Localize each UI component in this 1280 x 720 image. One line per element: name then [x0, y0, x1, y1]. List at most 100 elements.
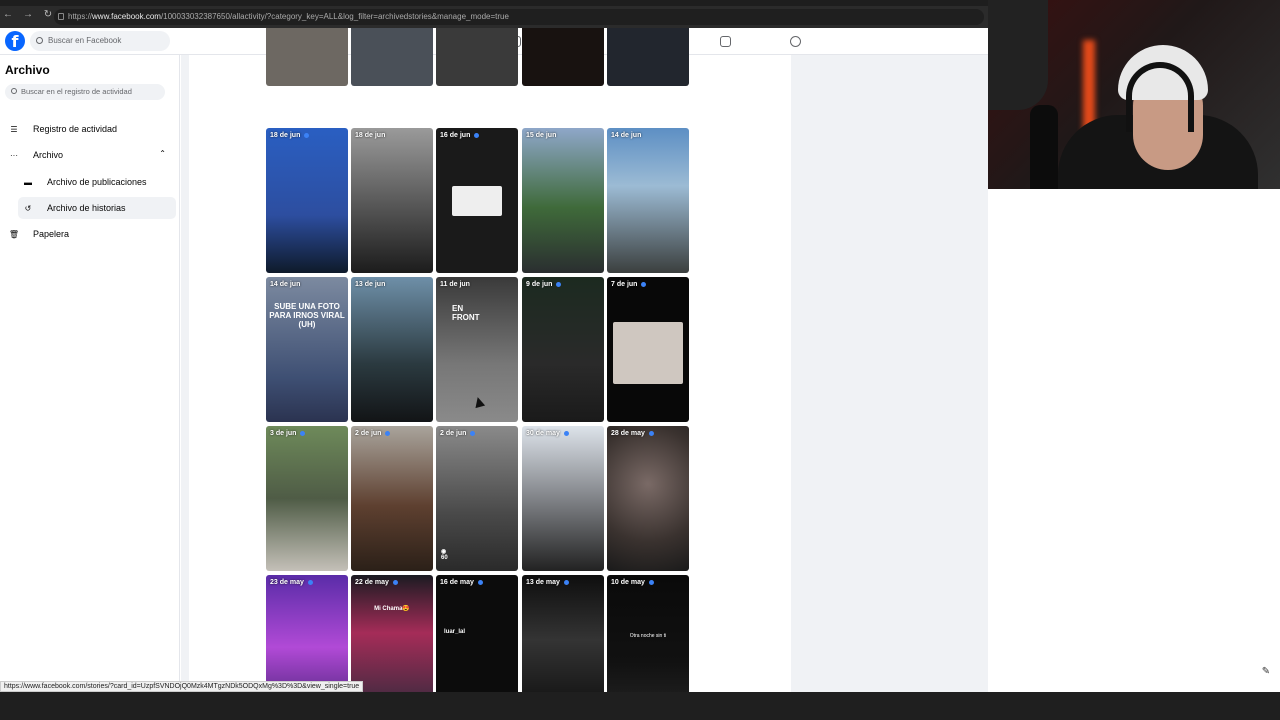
- gutter: [181, 55, 189, 692]
- story-date: 16 de jun: [440, 132, 480, 139]
- activity-sidebar: Archivo Buscar en el registro de activid…: [0, 55, 180, 692]
- back-icon[interactable]: ←: [0, 9, 16, 20]
- story-card[interactable]: 2 de jun: [351, 426, 433, 571]
- story-card[interactable]: 9 de jun: [522, 277, 604, 422]
- story-date: 11 de jun: [440, 281, 470, 288]
- stories-grid-area: 18 de jun 18 de jun 16 de jun 15 de jun …: [189, 28, 791, 692]
- story-date: 2 de jun: [355, 430, 391, 437]
- activity-search-input[interactable]: Buscar en el registro de actividad: [5, 84, 165, 100]
- story-card[interactable]: 22 de may Mi Chama😍: [351, 575, 433, 692]
- sidebar-item-post-archive[interactable]: ▬ Archivo de publicaciones: [18, 171, 176, 193]
- search-placeholder: Buscar en Facebook: [48, 36, 122, 45]
- story-card[interactable]: 13 de may: [522, 575, 604, 692]
- story-card[interactable]: 10 de may Otra noche sin ti: [607, 575, 689, 692]
- microphone-icon: [1030, 105, 1058, 189]
- story-card[interactable]: 16 de may luar_lal: [436, 575, 518, 692]
- sidebar-item-label: Archivo de publicaciones: [47, 177, 147, 187]
- story-card[interactable]: [351, 28, 433, 86]
- story-date: 18 de jun: [355, 132, 386, 139]
- story-card[interactable]: 30 de may: [522, 426, 604, 571]
- story-card[interactable]: 2 de jun ◉ 60: [436, 426, 518, 571]
- gaming-icon[interactable]: [760, 33, 830, 49]
- story-card[interactable]: 23 de may: [266, 575, 348, 692]
- story-status-dot: [392, 579, 398, 585]
- story-status-dot: [641, 281, 647, 287]
- webcam-chair: [988, 0, 1048, 110]
- story-text: SUBE UNA FOTO PARA IRNOS VIRAL (UH): [269, 302, 345, 329]
- story-card[interactable]: [266, 28, 348, 86]
- search-icon: [36, 37, 43, 44]
- story-date: 30 de may: [526, 430, 569, 437]
- story-card[interactable]: [522, 28, 604, 86]
- story-card[interactable]: [607, 28, 689, 86]
- story-date: 7 de jun: [611, 281, 647, 288]
- right-gutter: [791, 55, 988, 692]
- story-card[interactable]: 14 de jun SUBE UNA FOTO PARA IRNOS VIRAL…: [266, 277, 348, 422]
- story-card[interactable]: 15 de jun: [522, 128, 604, 273]
- list-icon: ☰: [10, 124, 18, 134]
- sidebar-item-trash[interactable]: 🗑 Papelera: [4, 223, 176, 245]
- more-icon: ···: [10, 150, 18, 160]
- story-card[interactable]: 18 de jun: [266, 128, 348, 273]
- story-status-dot: [300, 430, 306, 436]
- nav-buttons: ← → ↻: [0, 9, 56, 20]
- story-date: 23 de may: [270, 579, 313, 586]
- story-status-dot: [304, 132, 310, 138]
- story-date: 16 de may: [440, 579, 483, 586]
- story-status-dot: [648, 430, 654, 436]
- activity-search-placeholder: Buscar en el registro de actividad: [21, 87, 132, 96]
- story-status-dot: [563, 430, 569, 436]
- story-status-dot: [477, 579, 483, 585]
- url-path: /100033032387650/allactivity/?category_k…: [160, 12, 509, 21]
- url-prefix: https://: [68, 12, 93, 21]
- forward-icon[interactable]: →: [20, 9, 36, 20]
- story-status-dot: [474, 132, 480, 138]
- story-card[interactable]: [436, 28, 518, 86]
- story-card[interactable]: 28 de may: [607, 426, 689, 571]
- address-bar[interactable]: https://www.facebook.com/100033032387650…: [54, 9, 984, 25]
- facebook-search-input[interactable]: Buscar en Facebook: [30, 31, 170, 51]
- story-card[interactable]: 7 de jun: [607, 277, 689, 422]
- story-text: Mi Chama😍: [374, 606, 410, 612]
- story-card[interactable]: 14 de jun: [607, 128, 689, 273]
- taskbar: [0, 692, 1280, 720]
- story-card[interactable]: 16 de jun: [436, 128, 518, 273]
- sidebar-item-activity-log[interactable]: ☰ Registro de actividad: [4, 118, 176, 140]
- sidebar-item-label: Papelera: [33, 229, 70, 239]
- story-date: 22 de may: [355, 579, 398, 586]
- search-icon: [11, 88, 17, 94]
- story-date: 28 de may: [611, 430, 654, 437]
- sidebar-item-label: Archivo de historias: [47, 203, 126, 213]
- story-status-dot: [648, 579, 654, 585]
- story-card[interactable]: 18 de jun: [351, 128, 433, 273]
- story-date: 3 de jun: [270, 430, 306, 437]
- story-date: 2 de jun: [440, 430, 476, 437]
- story-text: luar_lal: [444, 629, 466, 635]
- sidebar-item-story-archive[interactable]: ↺ Archivo de historias: [18, 197, 176, 219]
- sidebar-item-label: Registro de actividad: [33, 124, 118, 134]
- status-bar-url: https://www.facebook.com/stories/?card_i…: [0, 681, 364, 692]
- story-status-dot: [563, 579, 569, 585]
- facebook-logo-icon[interactable]: f: [5, 31, 25, 51]
- story-date: 13 de may: [526, 579, 569, 586]
- lock-icon[interactable]: [58, 13, 64, 20]
- story-date: 13 de jun: [355, 281, 386, 288]
- story-card[interactable]: 3 de jun: [266, 426, 348, 571]
- groups-icon[interactable]: [690, 33, 760, 49]
- story-date: 15 de jun: [526, 132, 557, 139]
- trash-icon: 🗑: [8, 229, 20, 239]
- compose-icon[interactable]: ✎: [1258, 664, 1274, 680]
- story-status-dot: [556, 281, 562, 287]
- story-status-dot: [307, 579, 313, 585]
- sidebar-item-label: Archivo: [33, 150, 64, 160]
- webcam-overlay: [988, 0, 1280, 189]
- story-text: EN FRONT: [452, 304, 480, 322]
- sidebar-item-archive[interactable]: ··· Archivo ⌃: [4, 144, 176, 166]
- story-card[interactable]: 13 de jun: [351, 277, 433, 422]
- story-date: 18 de jun: [270, 132, 310, 139]
- right-empty-area: [988, 189, 1280, 692]
- url-domain: www.facebook.com: [92, 12, 161, 21]
- story-status-dot: [470, 430, 476, 436]
- history-icon: ↺: [24, 203, 32, 213]
- chevron-up-icon[interactable]: ⌃: [159, 149, 166, 158]
